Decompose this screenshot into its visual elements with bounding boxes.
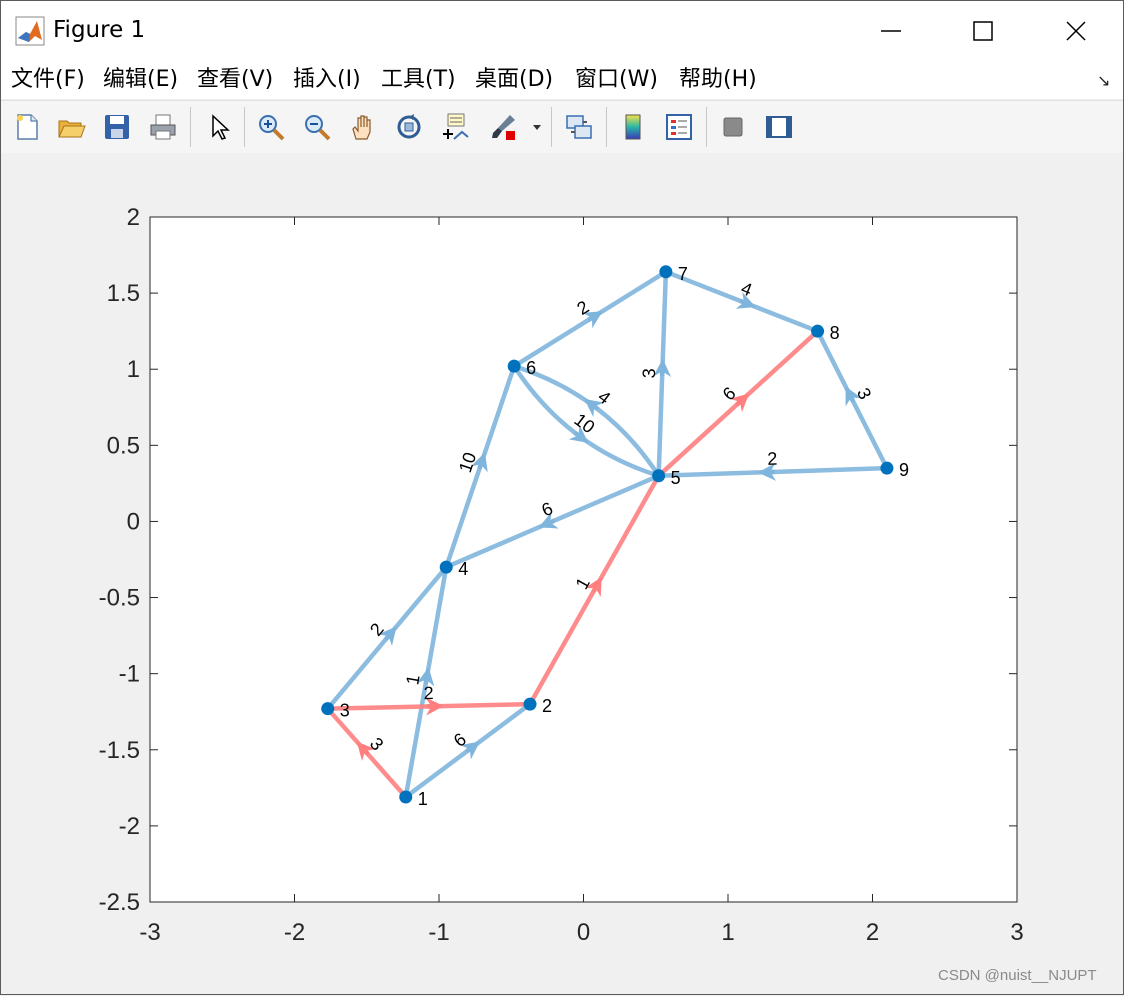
edge-weight-label: 3 — [639, 368, 659, 379]
y-tick-label: 2 — [127, 204, 140, 231]
node-label: 6 — [526, 358, 536, 378]
x-tick-label: 3 — [1010, 919, 1023, 946]
y-tick-label: 0.5 — [107, 432, 140, 459]
y-tick-label: -1 — [119, 661, 140, 688]
graph-node[interactable] — [508, 360, 521, 373]
graph-node[interactable] — [811, 325, 824, 338]
node-label: 5 — [671, 468, 681, 488]
y-tick-label: 1 — [127, 356, 140, 383]
x-tick-label: 2 — [866, 919, 879, 946]
y-tick-label: -2 — [119, 813, 140, 840]
y-tick-label: -1.5 — [99, 737, 140, 764]
axes-background — [150, 217, 1017, 902]
graph-node[interactable] — [440, 561, 453, 574]
node-label: 8 — [830, 323, 840, 343]
graph-node[interactable] — [524, 698, 537, 711]
watermark-text: CSDN @nuist__NJUPT — [938, 967, 1097, 984]
node-label: 2 — [542, 696, 552, 716]
edge-arrow — [740, 301, 747, 304]
graph-node[interactable] — [399, 790, 412, 803]
x-tick-label: -3 — [139, 919, 160, 946]
y-tick-label: -0.5 — [99, 585, 140, 612]
node-label: 3 — [340, 701, 350, 721]
node-label: 4 — [458, 559, 468, 579]
edge-weight-label: 2 — [423, 683, 433, 703]
node-label: 1 — [418, 789, 428, 809]
y-tick-label: -2.5 — [99, 889, 140, 916]
edge-arrow — [547, 521, 554, 524]
figure-window: Figure 1 文件(F) 编辑(E) 查看(V) 插入(I) 工具(T) 桌… — [0, 0, 1124, 995]
node-label: 7 — [678, 264, 688, 284]
x-tick-label: -1 — [428, 919, 449, 946]
x-tick-label: 0 — [577, 919, 590, 946]
graph-node[interactable] — [321, 702, 334, 715]
x-tick-label: -2 — [284, 919, 305, 946]
node-label: 9 — [899, 460, 909, 480]
graph-node[interactable] — [652, 469, 665, 482]
y-tick-label: 0 — [127, 508, 140, 535]
graph-node[interactable] — [880, 462, 893, 475]
graph-plot[interactable]: -3 -2 -1 0 1 2 3 -2.5 -2 -1.5 -1 -0.5 0 0.5 1 1.5 2 6 3 1 2… — [1, 1, 1124, 996]
edge-arrow — [480, 461, 483, 469]
graph-node[interactable] — [659, 265, 672, 278]
edge-weight-label: 2 — [767, 449, 778, 469]
y-tick-label: 1.5 — [107, 280, 140, 307]
x-tick-label: 1 — [721, 919, 734, 946]
